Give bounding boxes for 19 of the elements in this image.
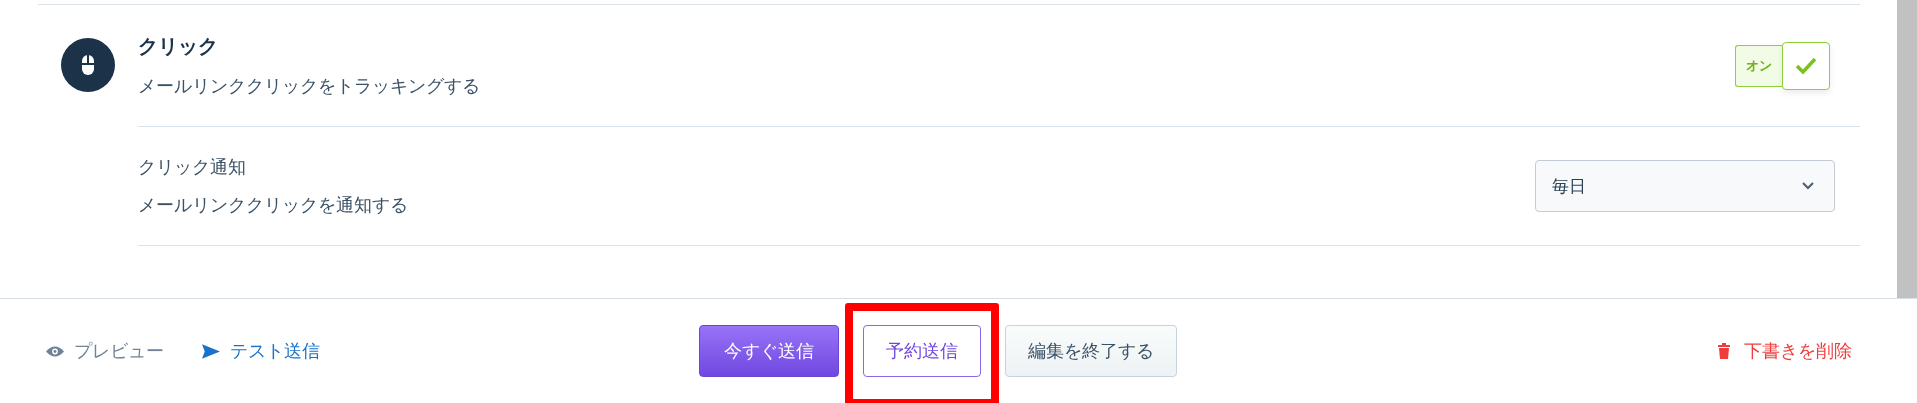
eye-icon [46,344,64,358]
mouse-icon [61,37,115,92]
send-icon [202,343,220,359]
toggle-checkbox[interactable] [1782,41,1830,90]
footer-link[interactable]: テスト送信 [202,339,320,363]
scrollbar[interactable] [1897,0,1917,298]
footer-button[interactable]: 予約送信 [863,325,981,377]
chevron-down-icon [1802,182,1814,190]
trash-icon [1718,343,1730,359]
footer-button[interactable]: 今すぐ送信 [699,325,839,377]
delete-draft-link[interactable]: 下書きを削除 [1718,339,1852,363]
frequency-select[interactable]: 毎日 [1535,160,1835,212]
setting-description: メールリンククリックをトラッキングする [138,74,481,98]
notification-description: メールリンククリックを通知する [138,193,409,217]
notification-title: クリック通知 [138,155,247,179]
footer-link[interactable]: プレビュー [46,339,164,363]
toggle-label: オン [1735,44,1782,87]
setting-title: クリック [138,33,219,60]
footer-button[interactable]: 編集を終了する [1005,325,1177,377]
